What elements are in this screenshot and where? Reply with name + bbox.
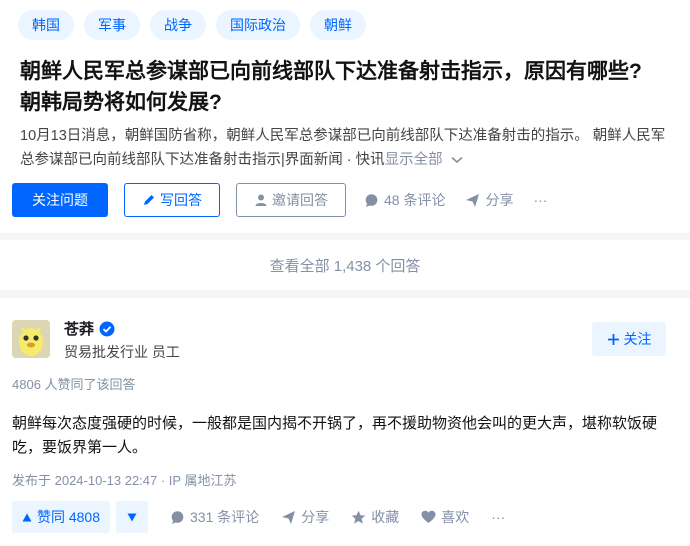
write-answer-label: 写回答	[160, 192, 202, 208]
question-share-label: 分享	[485, 192, 514, 208]
chevron-down-icon	[451, 156, 463, 164]
answer-share-label: 分享	[301, 509, 330, 525]
avatar[interactable]	[12, 320, 50, 358]
answer-more-button[interactable]: ···	[491, 509, 505, 525]
question-excerpt: 10月13日消息，朝鲜国防省称，朝鲜人民军总参谋部已向前线部队下达准备射击的指示…	[20, 124, 684, 172]
topic-list: 韩国 军事 战争 国际政治 朝鲜	[18, 10, 366, 40]
question-title[interactable]: 朝鲜人民军总参谋部已向前线部队下达准备射击指示，原因有哪些? 朝韩局势将如何发展…	[20, 56, 680, 118]
downvote-button[interactable]	[116, 501, 148, 533]
write-answer-button[interactable]: 写回答	[124, 183, 220, 217]
upvote-note: 4806 人赞同了该回答	[12, 377, 136, 392]
question-card: 韩国 军事 战争 国际政治 朝鲜 朝鲜人民军总参谋部已向前线部队下达准备射击指示…	[0, 0, 690, 233]
topic-tag[interactable]: 朝鲜	[310, 10, 366, 40]
like-label: 喜欢	[441, 509, 470, 525]
answer-text-line: 朝鲜每次态度强硬的时候，一般都是国内揭不开锅了，再不援助物资他会叫的更大声，堪称…	[12, 415, 658, 432]
follow-author-button[interactable]: 关注	[592, 322, 666, 356]
question-comments-button[interactable]: 48 条评论	[364, 190, 445, 210]
answer-comments-button[interactable]: 331 条评论	[170, 507, 259, 527]
answer-comments-label: 331 条评论	[190, 509, 260, 525]
question-share-button[interactable]: 分享	[465, 190, 513, 210]
show-all-link[interactable]: 显示全部	[385, 152, 463, 168]
verified-badge-icon	[99, 321, 115, 337]
topic-tag[interactable]: 韩国	[18, 10, 74, 40]
answer-text-line: 吃，要饭界第一人。	[12, 439, 148, 456]
upvote-label: 赞同 4808	[36, 509, 101, 525]
topic-tag[interactable]: 军事	[84, 10, 140, 40]
follow-author-label: 关注	[623, 331, 652, 347]
answer-meta[interactable]: 发布于 2024-10-13 22:47 · IP 属地江苏	[12, 470, 236, 489]
collect-label: 收藏	[371, 509, 400, 525]
share-icon	[465, 193, 480, 208]
comment-icon	[364, 193, 379, 208]
answer-card: 苍莽 贸易批发行业 员工 关注 4806 人赞同了该回答 朝鲜每次态度强硬的时候…	[0, 298, 690, 546]
excerpt-line: 10月13日消息，朝鲜国防省称，朝鲜人民军总参谋部已向前线部队下达准备射击的指示…	[20, 128, 666, 144]
question-comments-label: 48 条评论	[384, 192, 446, 208]
comment-icon	[170, 510, 185, 525]
triangle-up-icon	[22, 513, 32, 522]
excerpt-line-2: 总参谋部已向前线部队下达准备射击指示|界面新闻 · 快讯显示全部	[20, 148, 684, 172]
collect-button[interactable]: 收藏	[351, 507, 399, 527]
star-icon	[351, 510, 366, 525]
share-icon	[281, 510, 296, 525]
heart-icon	[421, 510, 436, 524]
question-title-line: 朝鲜人民军总参谋部已向前线部队下达准备射击指示，原因有哪些?	[20, 60, 642, 83]
excerpt-text: 总参谋部已向前线部队下达准备射击指示|界面新闻 · 快讯	[20, 152, 385, 168]
view-all-answers-link[interactable]: 查看全部 1,438 个回答	[0, 240, 690, 290]
topic-tag[interactable]: 国际政治	[216, 10, 300, 40]
question-actions: 关注问题 写回答 邀请回答 48 条评论 分享 ···	[12, 183, 547, 217]
follow-question-button[interactable]: 关注问题	[12, 183, 108, 217]
question-more-button[interactable]: ···	[533, 192, 547, 208]
invite-answer-label: 邀请回答	[272, 192, 328, 208]
author-bio: 贸易批发行业 员工	[64, 344, 180, 360]
upvote-button[interactable]: 赞同 4808	[12, 501, 110, 533]
plus-icon	[607, 333, 620, 346]
invite-answer-button[interactable]: 邀请回答	[236, 183, 346, 217]
answer-share-button[interactable]: 分享	[281, 507, 329, 527]
answer-content: 朝鲜每次态度强硬的时候，一般都是国内揭不开锅了，再不援助物资他会叫的更大声，堪称…	[12, 412, 672, 460]
show-all-label: 显示全部	[384, 152, 443, 168]
answer-actions: 赞同 4808 331 条评论 分享 收藏 喜欢 ···	[12, 501, 505, 533]
triangle-down-icon	[127, 513, 137, 522]
person-icon	[254, 193, 268, 207]
author-name[interactable]: 苍莽	[64, 318, 115, 339]
pencil-icon	[142, 193, 156, 207]
topic-tag[interactable]: 战争	[150, 10, 206, 40]
author-name-text: 苍莽	[64, 321, 95, 338]
question-title-line: 朝韩局势将如何发展?	[20, 91, 222, 114]
like-button[interactable]: 喜欢	[421, 507, 469, 527]
